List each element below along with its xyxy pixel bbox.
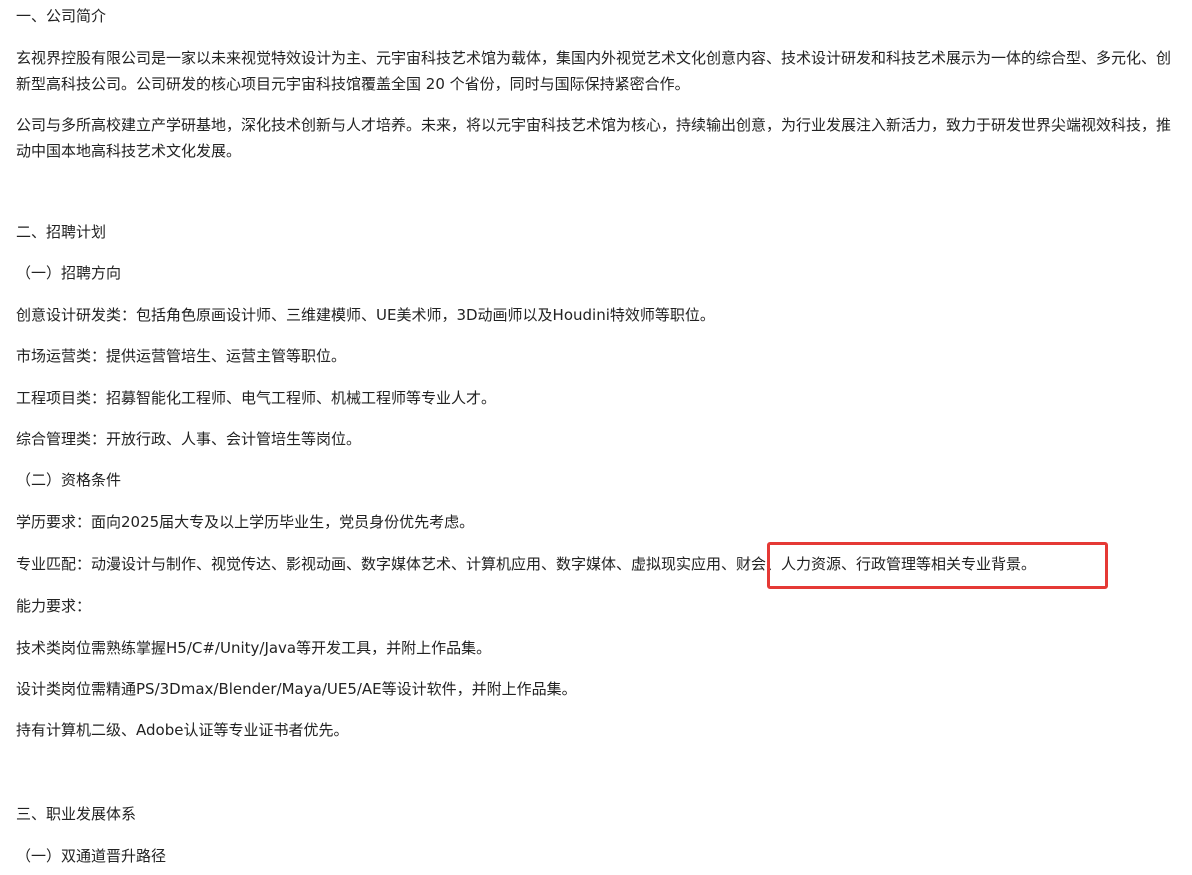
subheading-direction: （一）招聘方向 bbox=[16, 264, 122, 282]
subheading-qualifications: （二）资格条件 bbox=[16, 471, 122, 489]
intro-paragraph-2: 公司与多所高校建立产学研基地，深化技术创新与人才培养。未来，将以元宇宙科技艺术馆… bbox=[16, 116, 1172, 160]
ability-item-certificate: 持有计算机二级、Adobe认证等专业证书者优先。 bbox=[16, 721, 349, 739]
section-heading-recruit: 二、招聘计划 bbox=[16, 223, 107, 241]
direction-item-engineering: 工程项目类：招募智能化工程师、电气工程师、机械工程师等专业人才。 bbox=[16, 389, 497, 407]
direction-item-design: 创意设计研发类：包括角色原画设计师、三维建模师、UE美术师，3D动画师以及Hou… bbox=[16, 306, 715, 324]
highlight-annotation-box bbox=[767, 542, 1108, 589]
major-requirement-text: 专业匹配：动漫设计与制作、视觉传达、影视动画、数字媒体艺术、计算机应用、数字媒体… bbox=[16, 555, 722, 573]
direction-item-management: 综合管理类：开放行政、人事、会计管培生等岗位。 bbox=[16, 430, 362, 448]
subheading-dual-track: （一）双通道晋升路径 bbox=[16, 847, 167, 865]
direction-item-marketing: 市场运营类：提供运营管培生、运营主管等职位。 bbox=[16, 347, 347, 365]
ability-item-tech: 技术类岗位需熟练掌握H5/C#/Unity/Java等开发工具，并附上作品集。 bbox=[16, 639, 492, 657]
ability-heading: 能力要求： bbox=[16, 597, 92, 615]
section-heading-intro: 一、公司简介 bbox=[16, 7, 107, 25]
ability-item-design: 设计类岗位需精通PS/3Dmax/Blender/Maya/UE5/AE等设计软… bbox=[16, 680, 577, 698]
section-heading-career: 三、职业发展体系 bbox=[16, 805, 137, 823]
intro-paragraph-1: 玄视界控股有限公司是一家以未来视觉特效设计为主、元宇宙科技艺术馆为载体，集国内外… bbox=[16, 49, 1172, 93]
education-requirement: 学历要求：面向2025届大专及以上学历毕业生，党员身份优先考虑。 bbox=[16, 513, 475, 531]
